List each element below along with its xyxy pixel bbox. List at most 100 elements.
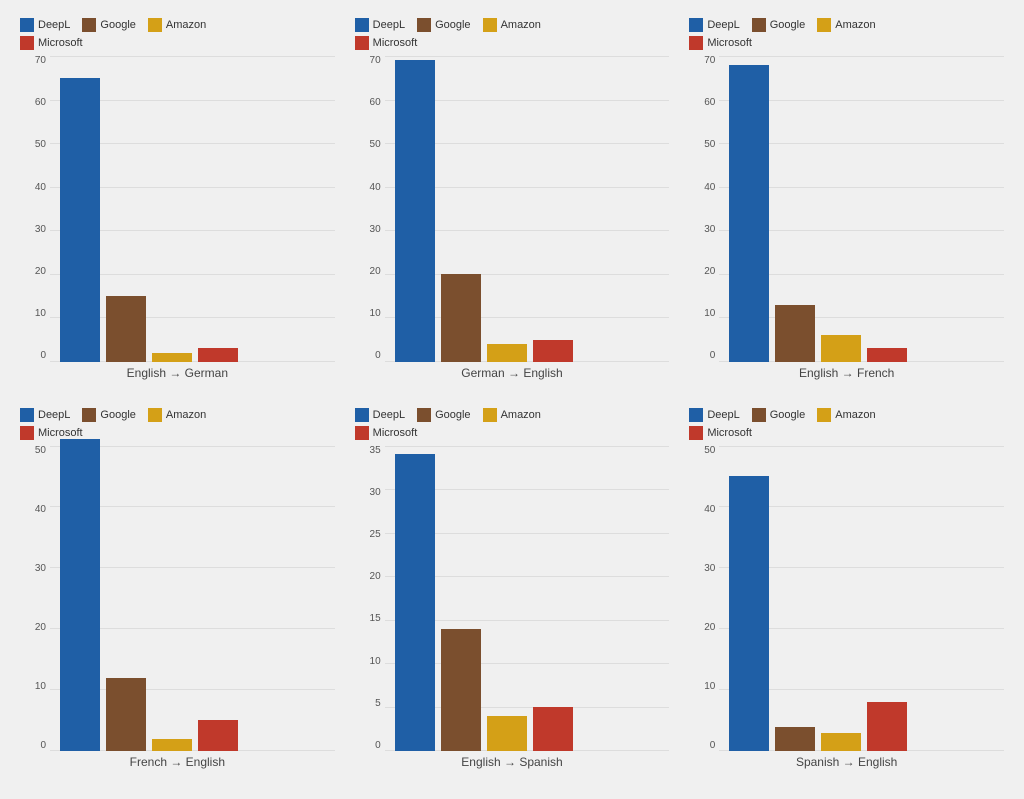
- legend-2: DeepL Google Amazon Microsoft: [689, 18, 1004, 50]
- y-label-4-6: 30: [370, 488, 381, 498]
- legend-label-google: Google: [770, 19, 805, 31]
- legend-color-amazon: [817, 408, 831, 422]
- bar-0-amazon: [152, 353, 192, 362]
- legend-label-microsoft: Microsoft: [373, 427, 418, 439]
- y-label-5-4: 40: [704, 505, 715, 515]
- legend-row2: Microsoft: [689, 36, 1004, 50]
- legend-color-deepl: [689, 408, 703, 422]
- y-axis-2: 706050403020100: [689, 56, 719, 362]
- y-label-1-1: 10: [370, 309, 381, 319]
- legend-item-amazon: Amazon: [483, 408, 541, 422]
- y-label-5-5: 50: [704, 446, 715, 456]
- y-label-3-0: 0: [40, 741, 46, 751]
- legend-item-amazon: Amazon: [817, 18, 875, 32]
- bar-0-microsoft: [198, 348, 238, 361]
- bars-area-5: [719, 446, 1004, 752]
- legend-item-microsoft: Microsoft: [355, 36, 418, 50]
- legend-item-google: Google: [417, 408, 470, 422]
- legend-row2: Microsoft: [355, 426, 670, 440]
- legend-4: DeepL Google Amazon Microsoft: [355, 408, 670, 440]
- page: DeepLGoogleAmazonMicrosoft70605040302010…: [0, 0, 1024, 799]
- chart-0: DeepLGoogleAmazonMicrosoft70605040302010…: [10, 10, 345, 400]
- y-axis-3: 50403020100: [20, 446, 50, 752]
- y-label-3-4: 40: [35, 505, 46, 515]
- y-label-0-7: 70: [35, 56, 46, 66]
- legend-color-amazon: [483, 18, 497, 32]
- chart-title-3: French → English: [20, 755, 335, 769]
- chart-title-5: Spanish → English: [689, 755, 1004, 769]
- bar-1-microsoft: [533, 340, 573, 362]
- legend-item-amazon: Amazon: [148, 18, 206, 32]
- legend-item-microsoft: Microsoft: [689, 426, 752, 440]
- legend-color-google: [752, 18, 766, 32]
- bar-5-microsoft: [867, 702, 907, 751]
- legend-color-deepl: [20, 18, 34, 32]
- legend-row1: DeepLGoogleAmazon: [689, 408, 1004, 422]
- legend-color-google: [417, 18, 431, 32]
- y-label-5-1: 10: [704, 682, 715, 692]
- y-label-0-5: 50: [35, 140, 46, 150]
- chart-title-4: English → Spanish: [355, 755, 670, 769]
- legend-row1: DeepL Google Amazon: [20, 18, 335, 32]
- legend-label-deepl: DeepL: [38, 409, 70, 421]
- legend-label-google: Google: [100, 19, 135, 31]
- chart-title-1: German → English: [355, 366, 670, 380]
- legend-item-microsoft: Microsoft: [20, 36, 83, 50]
- legend-item-microsoft: Microsoft: [355, 426, 418, 440]
- bar-3-microsoft: [198, 720, 238, 751]
- y-label-1-3: 30: [370, 225, 381, 235]
- y-label-4-4: 20: [370, 572, 381, 582]
- chart-2: DeepL Google Amazon Microsoft 70605040302010…: [679, 10, 1014, 400]
- legend-label-amazon: Amazon: [835, 409, 875, 421]
- y-label-1-0: 0: [375, 351, 381, 361]
- legend-item-google: Google: [417, 18, 470, 32]
- y-label-1-2: 20: [370, 267, 381, 277]
- bar-2-microsoft: [867, 348, 907, 361]
- bar-5-google: [775, 727, 815, 751]
- chart-5: DeepLGoogleAmazonMicrosoft50403020100Spa…: [679, 400, 1014, 790]
- legend-label-deepl: DeepL: [373, 409, 405, 421]
- legend-5: DeepLGoogleAmazon Microsoft: [689, 408, 1004, 440]
- legend-color-microsoft: [689, 36, 703, 50]
- legend-label-amazon: Amazon: [501, 19, 541, 31]
- y-label-5-3: 30: [704, 564, 715, 574]
- legend-0: DeepL Google Amazon Microsoft: [20, 18, 335, 50]
- bars-area-0: [50, 56, 335, 362]
- legend-color-google: [82, 18, 96, 32]
- legend-label-deepl: DeepL: [707, 19, 739, 31]
- legend-label-deepl: DeepL: [38, 19, 70, 31]
- y-label-2-1: 10: [704, 309, 715, 319]
- bar-5-deepl: [729, 476, 769, 751]
- bar-1-amazon: [487, 344, 527, 361]
- y-label-4-0: 0: [375, 741, 381, 751]
- legend-row1: DeepL Google Amazon: [689, 18, 1004, 32]
- bar-0-google: [106, 296, 146, 361]
- y-label-3-1: 10: [35, 682, 46, 692]
- y-label-0-1: 10: [35, 309, 46, 319]
- y-label-1-6: 60: [370, 98, 381, 108]
- bar-1-deepl: [395, 60, 435, 361]
- y-axis-1: 706050403020100: [355, 56, 385, 362]
- legend-row1: DeepL Google Amazon: [20, 408, 335, 422]
- legend-item-deepl: DeepL: [20, 18, 70, 32]
- legend-label-google: Google: [435, 409, 470, 421]
- y-label-3-2: 20: [35, 623, 46, 633]
- chart-3: DeepLGoogleAmazonMicrosoft50403020100Fre…: [10, 400, 345, 790]
- y-label-4-2: 10: [370, 657, 381, 667]
- bar-0-deepl: [60, 78, 100, 362]
- chart-inner-3: 50403020100: [20, 446, 335, 752]
- bar-5-amazon: [821, 733, 861, 751]
- legend-label-microsoft: Microsoft: [707, 37, 752, 49]
- y-label-3-5: 50: [35, 446, 46, 456]
- legend-color-deepl: [355, 18, 369, 32]
- y-axis-4: 35302520151050: [355, 446, 385, 752]
- y-label-2-7: 70: [704, 56, 715, 66]
- legend-item-google: Google: [82, 408, 135, 422]
- bar-3-deepl: [60, 439, 100, 751]
- chart-1: DeepLGoogleAmazonMicrosoft70605040302010…: [345, 10, 680, 400]
- bar-1-google: [441, 274, 481, 361]
- legend-item-amazon: Amazon: [148, 408, 206, 422]
- y-label-0-3: 30: [35, 225, 46, 235]
- chart-4: DeepL Google Amazon Microsoft 35302520151050…: [345, 400, 680, 790]
- y-label-5-0: 0: [710, 741, 716, 751]
